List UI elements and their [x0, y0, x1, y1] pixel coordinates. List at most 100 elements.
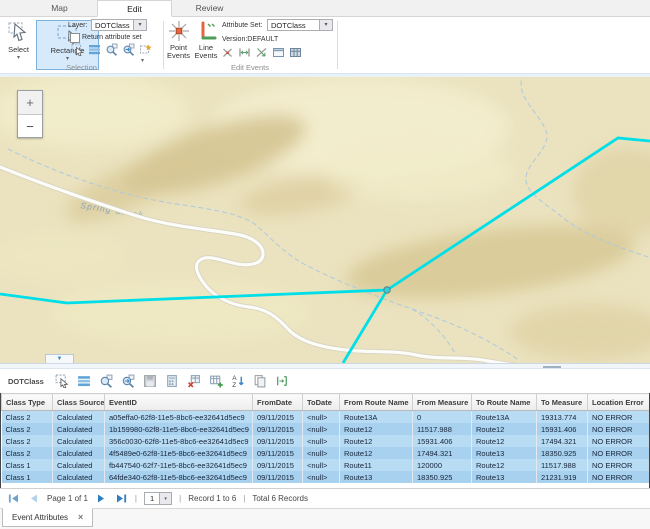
table-cell[interactable]: Route13: [472, 447, 537, 459]
table-cell[interactable]: 17494.321: [413, 447, 472, 459]
measure-brackets-icon[interactable]: [275, 374, 289, 388]
chevron-down-icon[interactable]: ▾: [133, 20, 146, 30]
chevron-down-icon[interactable]: ▾: [159, 493, 171, 504]
zoom-in-button[interactable]: +: [18, 91, 42, 114]
table-row[interactable]: Class 1Calculatedfb447540-62f7-11e5-8bc6…: [2, 459, 650, 471]
select-features-icon[interactable]: [55, 374, 69, 388]
table-cell[interactable]: 17494.321: [537, 435, 588, 447]
tab-event-attributes[interactable]: Event Attributes ×: [2, 508, 93, 527]
table-cell[interactable]: Route12: [340, 447, 413, 459]
column-header[interactable]: To Measure: [537, 394, 588, 411]
table-cell[interactable]: <null>: [303, 435, 340, 447]
table-cell[interactable]: 09/11/2015: [253, 435, 303, 447]
table-cell[interactable]: NO ERROR: [588, 411, 650, 424]
column-header[interactable]: EventID: [105, 394, 253, 411]
tab-map[interactable]: Map: [22, 0, 97, 16]
column-header[interactable]: Location Error: [588, 394, 650, 411]
table-cell[interactable]: 1b159980-62f8-11e5-8bc6-ee32641d5ec9: [105, 423, 253, 435]
table-cell[interactable]: 15931.406: [537, 423, 588, 435]
route-junction-marker[interactable]: [384, 287, 390, 293]
zoom-out-button[interactable]: −: [18, 114, 42, 137]
table-cell[interactable]: NO ERROR: [588, 459, 650, 471]
copy-page-icon[interactable]: [253, 374, 267, 388]
table-cell[interactable]: Class 2: [2, 411, 53, 424]
table-cell[interactable]: Calculated: [53, 471, 105, 483]
table-cell[interactable]: Class 1: [2, 459, 53, 471]
split-event-icon[interactable]: [221, 46, 234, 59]
table-cell[interactable]: 09/11/2015: [253, 411, 303, 424]
table-cell[interactable]: Route13: [340, 471, 413, 483]
selected-records-icon[interactable]: [77, 374, 91, 388]
first-page-icon[interactable]: [7, 492, 20, 505]
column-header[interactable]: ToDate: [303, 394, 340, 411]
column-header[interactable]: From Route Name: [340, 394, 413, 411]
column-header[interactable]: From Measure: [413, 394, 472, 411]
table-cell[interactable]: 09/11/2015: [253, 423, 303, 435]
close-icon[interactable]: ×: [78, 513, 83, 522]
table-cell[interactable]: 18350.925: [537, 447, 588, 459]
table-cell[interactable]: 4f5489e0-62f8-11e5-8bc6-ee32641d5ec9: [105, 447, 253, 459]
table-cell[interactable]: 18350.925: [413, 471, 472, 483]
table-cell[interactable]: Calculated: [53, 411, 105, 424]
table-cell[interactable]: Route13A: [340, 411, 413, 424]
table-cell[interactable]: Calculated: [53, 435, 105, 447]
table-cell[interactable]: NO ERROR: [588, 471, 650, 483]
zoom-to-selected-icon[interactable]: [99, 374, 113, 388]
page-number-dropdown[interactable]: 1 ▾: [144, 492, 172, 505]
table-cell[interactable]: <null>: [303, 459, 340, 471]
table-cell[interactable]: 15931.406: [413, 435, 472, 447]
last-page-icon[interactable]: [115, 492, 128, 505]
save-icon[interactable]: [143, 374, 157, 388]
trim-event-icon[interactable]: [255, 46, 268, 59]
table-cell[interactable]: Class 1: [2, 471, 53, 483]
zoom-to-selected-icon[interactable]: [105, 43, 118, 56]
delete-records-icon[interactable]: [187, 374, 201, 388]
table-cell[interactable]: 11517.988: [537, 459, 588, 471]
selected-records-icon[interactable]: [88, 43, 101, 56]
table-cell[interactable]: 19313.774: [537, 411, 588, 424]
table-cell[interactable]: 21231.919: [537, 471, 588, 483]
table-row[interactable]: Class 2Calculated1b159980-62f8-11e5-8bc6…: [2, 423, 650, 435]
column-header[interactable]: Class Type: [2, 394, 53, 411]
select-features-icon[interactable]: [71, 43, 84, 56]
table-row[interactable]: Class 1Calculated64fde340-62f8-11e5-8bc6…: [2, 471, 650, 483]
sort-icon[interactable]: AZ: [231, 374, 245, 388]
add-records-icon[interactable]: [209, 374, 223, 388]
table-cell[interactable]: <null>: [303, 447, 340, 459]
pan-to-selected-icon[interactable]: [122, 43, 135, 56]
table-cell[interactable]: 0: [413, 411, 472, 424]
table-cell[interactable]: Route13: [472, 471, 537, 483]
table-cell[interactable]: Calculated: [53, 423, 105, 435]
table-cell[interactable]: Route13A: [472, 411, 537, 424]
table-cell[interactable]: Class 2: [2, 447, 53, 459]
column-header[interactable]: To Route Name: [472, 394, 537, 411]
table-cell[interactable]: a05effa0-62f8-11e5-8bc6-ee32641d5ec9: [105, 411, 253, 424]
next-page-icon[interactable]: [95, 492, 108, 505]
table-cell[interactable]: NO ERROR: [588, 447, 650, 459]
event-windows-icon[interactable]: [272, 46, 285, 59]
table-cell[interactable]: Route12: [340, 435, 413, 447]
tab-review[interactable]: Review: [172, 0, 247, 16]
table-row[interactable]: Class 2Calculated356c0030-62f8-11e5-8bc6…: [2, 435, 650, 447]
table-cell[interactable]: NO ERROR: [588, 423, 650, 435]
tab-edit[interactable]: Edit: [97, 0, 172, 17]
column-header[interactable]: Class Source: [53, 394, 105, 411]
table-cell[interactable]: Route11: [340, 459, 413, 471]
clear-selection-icon[interactable]: [139, 43, 152, 56]
table-cell[interactable]: 09/11/2015: [253, 459, 303, 471]
table-cell[interactable]: <null>: [303, 423, 340, 435]
previous-page-icon[interactable]: [27, 492, 40, 505]
map-canvas[interactable]: Spring Creek + − ▼: [0, 77, 650, 363]
column-header[interactable]: FromDate: [253, 394, 303, 411]
table-cell[interactable]: NO ERROR: [588, 435, 650, 447]
table-cell[interactable]: fb447540-62f7-11e5-8bc6-ee32641d5ec9: [105, 459, 253, 471]
table-cell[interactable]: <null>: [303, 471, 340, 483]
table-cell[interactable]: 356c0030-62f8-11e5-8bc6-ee32641d5ec9: [105, 435, 253, 447]
table-cell[interactable]: 120000: [413, 459, 472, 471]
pan-to-selected-icon[interactable]: [121, 374, 135, 388]
layer-dropdown[interactable]: DOTClass ▾: [91, 19, 147, 31]
table-cell[interactable]: Route12: [472, 459, 537, 471]
table-cell[interactable]: Class 2: [2, 435, 53, 447]
table-cell[interactable]: 64fde340-62f8-11e5-8bc6-ee32641d5ec9: [105, 471, 253, 483]
merge-event-icon[interactable]: [238, 46, 251, 59]
